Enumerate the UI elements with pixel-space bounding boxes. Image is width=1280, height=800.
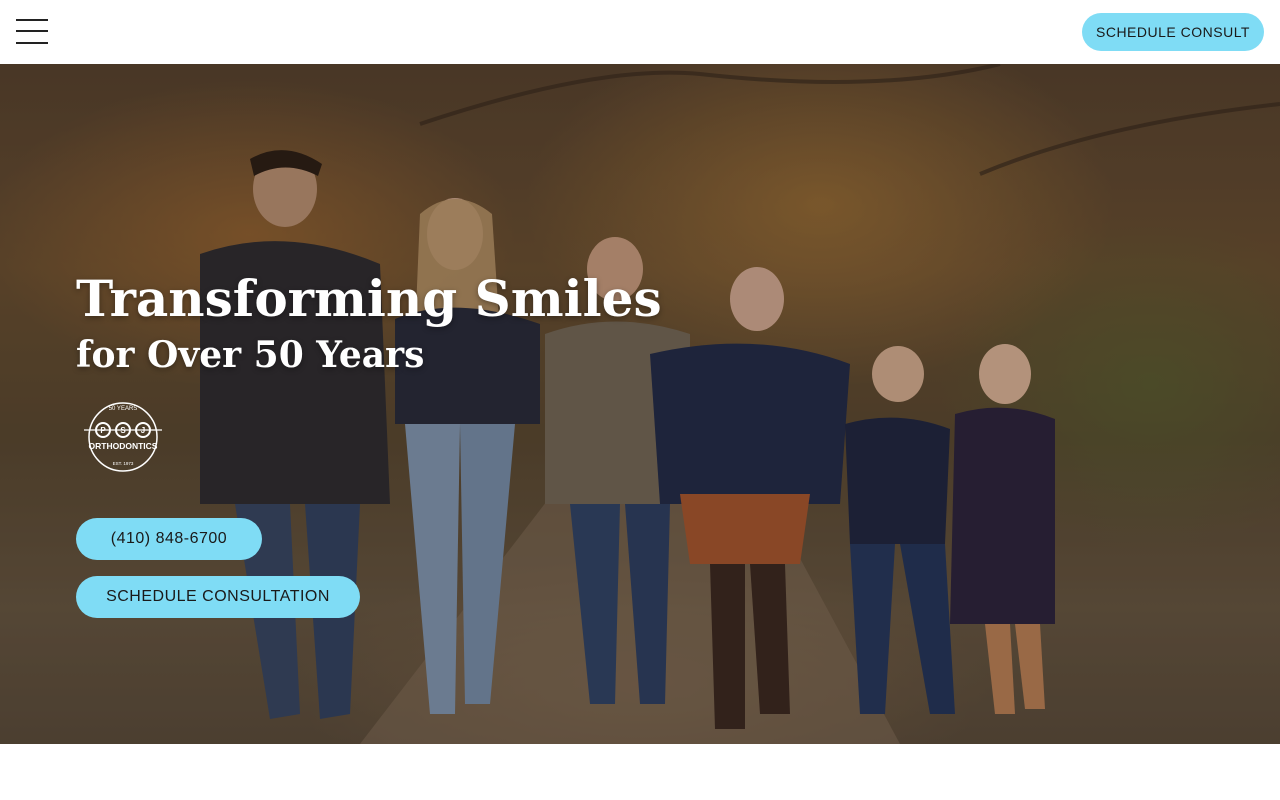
svg-text:P: P — [100, 426, 106, 435]
hero-subtitle: for Over 50 Years — [76, 334, 425, 376]
svg-text:ORTHODONTICS: ORTHODONTICS — [89, 441, 158, 451]
menu-line — [16, 42, 48, 44]
site-header: SCHEDULE CONSULT — [0, 0, 1280, 64]
phone-number-button[interactable]: (410) 848-6700 — [76, 518, 262, 560]
menu-line — [16, 30, 48, 32]
menu-line — [16, 19, 48, 21]
hero-section: Transforming Smiles for Over 50 Years 50… — [0, 64, 1280, 744]
svg-text:EST. 1973: EST. 1973 — [113, 461, 134, 466]
svg-text:50 YEARS: 50 YEARS — [109, 406, 138, 412]
hero-overlay — [0, 64, 1280, 744]
svg-text:S: S — [120, 426, 126, 435]
schedule-consultation-button[interactable]: SCHEDULE CONSULTATION — [76, 576, 360, 618]
svg-text:J: J — [141, 426, 145, 435]
schedule-consult-button[interactable]: SCHEDULE CONSULT — [1082, 13, 1264, 51]
hero-title: Transforming Smiles — [76, 269, 662, 328]
hamburger-menu-icon[interactable] — [16, 19, 48, 45]
psj-orthodontics-logo: 50 YEARS P S J ORTHODONTICS EST. 1973 — [84, 402, 162, 472]
